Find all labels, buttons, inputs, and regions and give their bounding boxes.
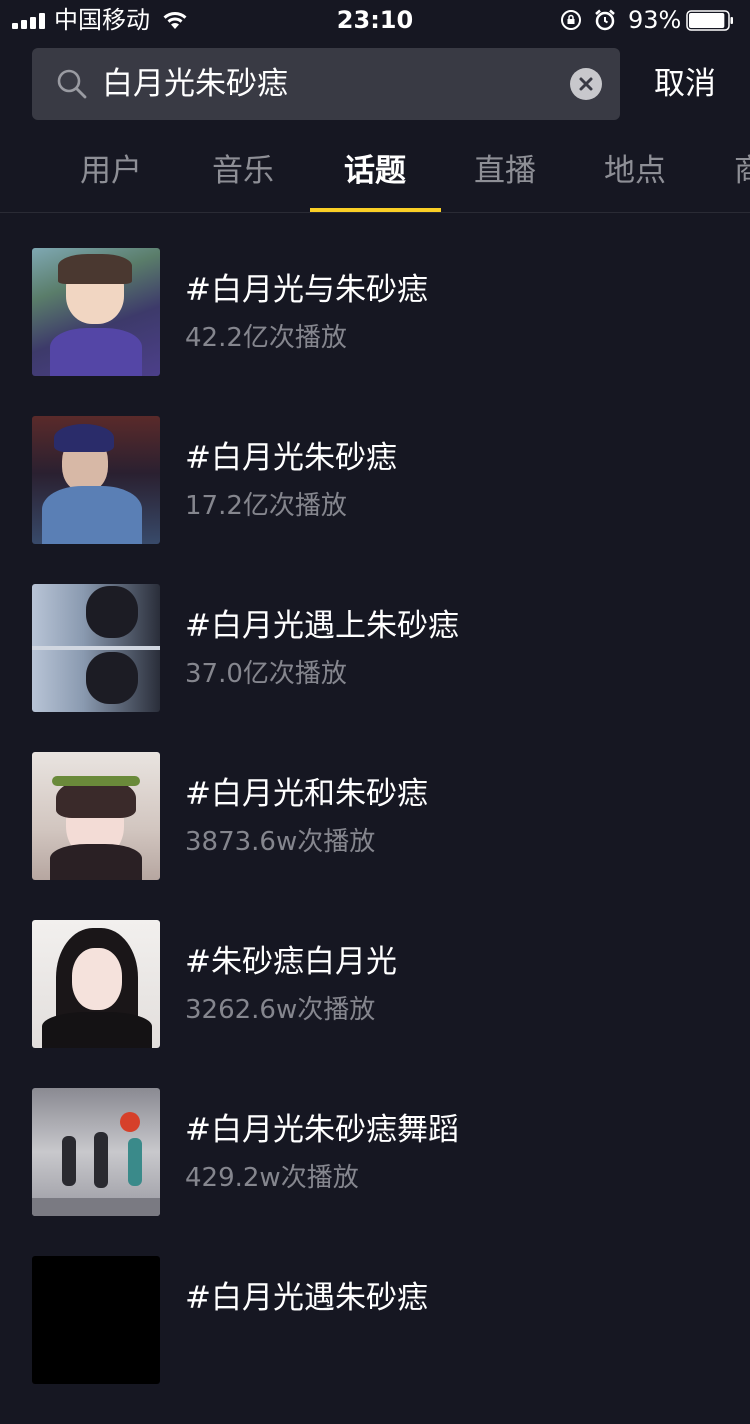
topic-title: #白月光遇朱砂痣 (185, 1280, 428, 1316)
tab-places[interactable]: 地点 (570, 130, 700, 212)
status-bar: 中国移动 23:10 93% (0, 0, 750, 40)
search-icon (57, 69, 87, 99)
battery-percentage: 93% (628, 6, 682, 34)
topic-play-count: 3873.6w次播放 (185, 827, 376, 857)
topic-thumbnail (32, 920, 160, 1048)
search-box[interactable] (32, 48, 620, 120)
tab-topics[interactable]: 话题 (310, 130, 440, 212)
topic-title: #朱砂痣白月光 (185, 944, 397, 980)
tab-users[interactable]: 用户 (46, 130, 176, 212)
topic-thumbnail (32, 584, 160, 712)
list-item[interactable]: #白月光朱砂痣舞蹈 429.2w次播放 (0, 1088, 750, 1256)
category-tabs: 频 用户 音乐 话题 直播 地点 商 (0, 130, 750, 213)
topic-play-count: 42.2亿次播放 (185, 323, 347, 353)
topic-play-count: 37.0亿次播放 (185, 659, 347, 689)
tab-live[interactable]: 直播 (440, 130, 570, 212)
list-item[interactable]: #白月光和朱砂痣 3873.6w次播放 (0, 752, 750, 920)
topic-title: #白月光和朱砂痣 (185, 776, 428, 812)
list-item[interactable]: #白月光与朱砂痣 42.2亿次播放 (0, 248, 750, 416)
tab-video[interactable]: 频 (0, 130, 45, 212)
rotation-lock-icon (561, 10, 581, 30)
list-item[interactable]: #白月光遇上朱砂痣 37.0亿次播放 (0, 584, 750, 752)
topic-title: #白月光与朱砂痣 (185, 272, 428, 308)
topic-title: #白月光朱砂痣舞蹈 (185, 1112, 459, 1148)
list-item[interactable]: #白月光朱砂痣 17.2亿次播放 (0, 416, 750, 584)
list-item[interactable]: #白月光遇朱砂痣 (0, 1256, 750, 1424)
topic-thumbnail (32, 752, 160, 880)
topic-play-count: 3262.6w次播放 (185, 995, 376, 1025)
alarm-icon (595, 9, 615, 31)
battery-icon (686, 10, 733, 31)
topic-title: #白月光朱砂痣 (185, 440, 397, 476)
active-tab-indicator (310, 208, 441, 212)
topic-thumbnail (32, 416, 160, 544)
list-item[interactable]: #朱砂痣白月光 3262.6w次播放 (0, 920, 750, 1088)
search-input[interactable] (102, 48, 552, 120)
topic-play-count: 429.2w次播放 (185, 1163, 359, 1193)
tab-music[interactable]: 音乐 (178, 130, 308, 212)
topic-play-count: 17.2亿次播放 (185, 491, 347, 521)
tab-goods[interactable]: 商 (702, 130, 750, 212)
topic-title: #白月光遇上朱砂痣 (185, 608, 459, 644)
clear-icon[interactable] (570, 68, 602, 100)
topic-thumbnail (32, 248, 160, 376)
topic-thumbnail (32, 1256, 160, 1384)
topic-thumbnail (32, 1088, 160, 1216)
cancel-button[interactable]: 取消 (640, 48, 730, 120)
